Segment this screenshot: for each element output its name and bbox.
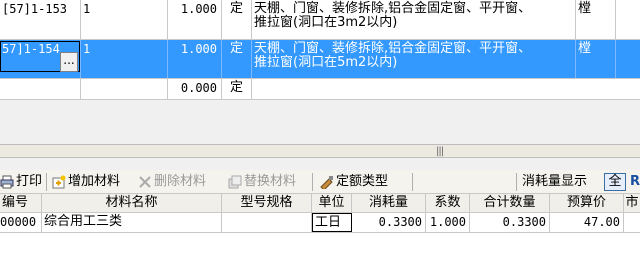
add-material-icon [52, 175, 66, 189]
quota-desc-line: 推拉窗(洞口在3m2以内) [254, 15, 398, 30]
panel-splitter[interactable]: ||| [0, 144, 640, 158]
toolbar-separator [312, 173, 313, 191]
header-total-qty[interactable]: 合计数量 [470, 194, 550, 213]
quota-type-cell[interactable]: 定 [222, 40, 252, 78]
header-material-name[interactable]: 材料名称 [42, 194, 222, 213]
material-total-cell[interactable]: 0.3300 [470, 213, 550, 232]
quota-type-icon [320, 175, 334, 191]
quota-type-cell[interactable]: 定 [222, 0, 252, 39]
header-consumption[interactable]: 消耗量 [352, 194, 426, 213]
quota-desc-line: 天棚、门窗、装修拆除,铝合金固定窗、平开窗、 [254, 41, 532, 56]
printer-icon [0, 175, 14, 189]
print-label: 打印 [16, 174, 43, 189]
material-price-cell[interactable]: 47.00 [550, 213, 624, 232]
quota-num-cell[interactable]: 1 [81, 40, 168, 78]
material-code-cell[interactable]: 00000 [0, 213, 42, 232]
material-consumption-cell[interactable]: 0.3300 [352, 213, 426, 232]
delete-material-label: 删除材料 [154, 174, 207, 189]
add-material-button[interactable]: 增加材料 [52, 172, 120, 192]
splitter-grip-icon[interactable]: ||| [436, 146, 444, 157]
header-coefficient[interactable]: 系数 [426, 194, 470, 213]
quota-desc-line: 天棚、门窗、装修拆除,铝合金固定窗、平开窗、 [254, 1, 532, 16]
material-toolbar: 打印 增加材料 删除材料 替换材料 定额类型 消耗量显示 全 R [0, 170, 640, 194]
material-spec-cell[interactable] [222, 213, 312, 232]
quota-code-cell[interactable] [0, 79, 81, 99]
material-market-cell[interactable] [624, 213, 640, 232]
quota-type-button[interactable]: 定额类型 [320, 172, 388, 192]
quota-desc-cell[interactable]: 天棚、门窗、装修拆除,铝合金固定窗、平开窗、 推拉窗(洞口在5m2以内) [252, 40, 576, 78]
show-all-toggle[interactable]: 全 [604, 173, 626, 191]
quota-type-label: 定额类型 [336, 174, 389, 189]
toolbar-separator [412, 173, 413, 191]
quota-code-cell[interactable]: [57]1-153 [0, 0, 81, 39]
quota-row-selected[interactable]: 57]1-154 1 1.000 定 天棚、门窗、装修拆除,铝合金固定窗、平开窗… [0, 40, 640, 79]
quota-last-cell[interactable] [616, 40, 640, 78]
add-material-label: 增加材料 [68, 174, 121, 189]
quota-qty-cell[interactable]: 1.000 [168, 0, 222, 39]
replace-material-button[interactable]: 替换材料 [228, 172, 296, 192]
r-button[interactable]: R [630, 172, 640, 192]
consumption-display-label: 消耗量显示 [522, 174, 588, 189]
quota-type-cell[interactable]: 定 [222, 79, 252, 99]
quota-extra-cell[interactable]: 樘 [576, 0, 616, 39]
quota-qty-cell[interactable]: 0.000 [168, 79, 222, 99]
quota-row[interactable]: [57]1-153 1 1.000 定 天棚、门窗、装修拆除,铝合金固定窗、平开… [0, 0, 640, 40]
quota-qty-cell[interactable]: 1.000 [168, 40, 222, 78]
material-name-cell[interactable]: 综合用工三类 [42, 213, 222, 232]
quota-num-cell[interactable] [81, 79, 168, 99]
quota-desc-line: 推拉窗(洞口在5m2以内) [254, 55, 398, 70]
material-coefficient-cell[interactable]: 1.000 [426, 213, 470, 232]
quota-row[interactable]: 0.000 定 [0, 79, 640, 100]
delete-icon [138, 175, 152, 189]
replace-material-label: 替换材料 [244, 174, 297, 189]
quota-extra-cell[interactable]: 樘 [576, 40, 616, 78]
toolbar-separator [46, 173, 47, 191]
quota-grid: [57]1-153 1 1.000 定 天棚、门窗、装修拆除,铝合金固定窗、平开… [0, 0, 640, 100]
quota-desc-cell[interactable] [252, 79, 640, 99]
print-button[interactable]: 打印 [0, 172, 42, 192]
toolbar-separator [516, 173, 517, 191]
replace-icon [228, 175, 242, 189]
header-budget-price[interactable]: 预算价 [550, 194, 624, 213]
header-code[interactable]: 编号 [0, 194, 42, 213]
browse-ellipsis-button[interactable]: ... [60, 52, 78, 72]
header-unit[interactable]: 单位 [312, 194, 352, 213]
quota-last-cell[interactable] [616, 0, 640, 39]
header-spec[interactable]: 型号规格 [222, 194, 312, 213]
material-table-empty-area [0, 233, 640, 254]
material-row[interactable]: 00000 综合用工三类 工日 0.3300 1.000 0.3300 47.0… [0, 213, 640, 233]
quota-desc-cell[interactable]: 天棚、门窗、装修拆除,铝合金固定窗、平开窗、 推拉窗(洞口在3m2以内) [252, 0, 576, 39]
header-market[interactable]: 市 [624, 194, 640, 213]
quota-num-cell[interactable]: 1 [81, 0, 168, 39]
material-table-header: 编号 材料名称 型号规格 单位 消耗量 系数 合计数量 预算价 市 [0, 194, 640, 213]
delete-material-button[interactable]: 删除材料 [138, 172, 206, 192]
material-unit-cell[interactable]: 工日 [312, 213, 352, 232]
